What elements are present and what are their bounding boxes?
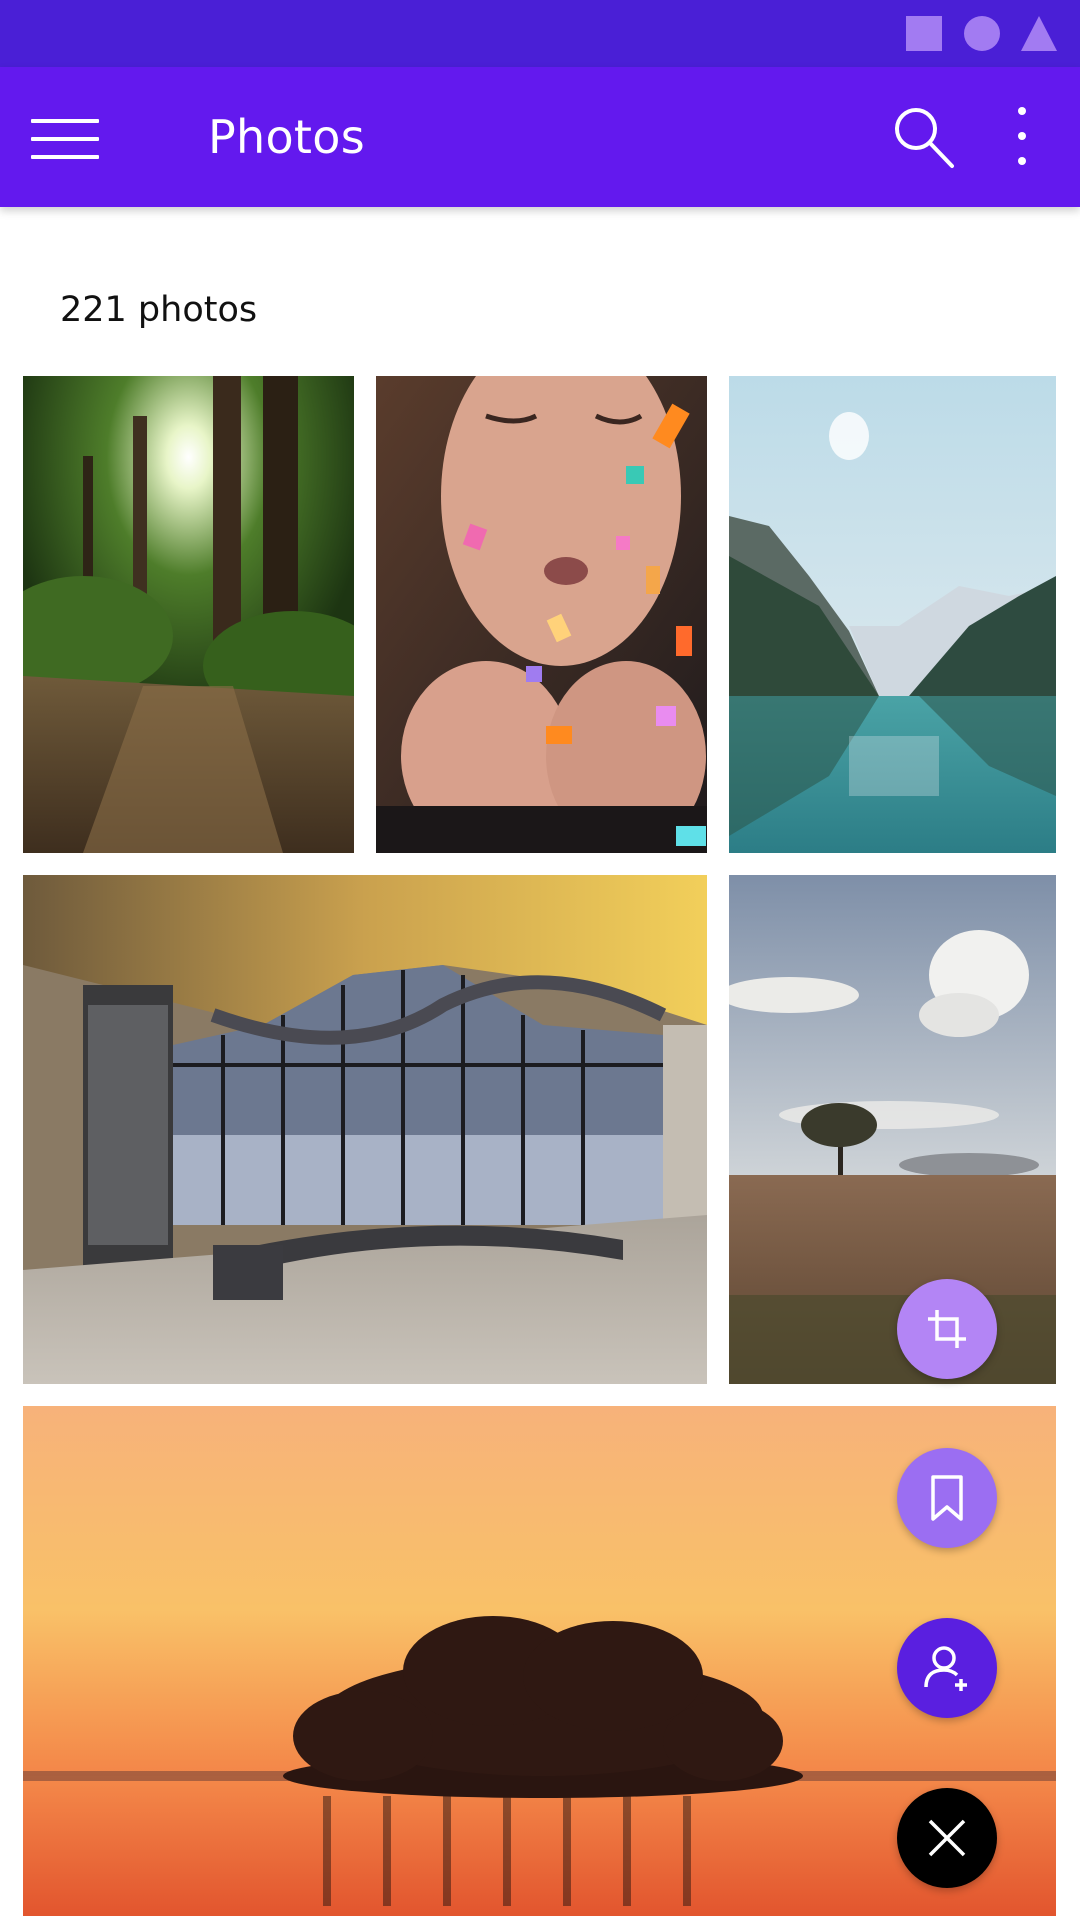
bookmark-button[interactable] xyxy=(897,1448,997,1548)
photo-forest[interactable] xyxy=(23,376,354,853)
photo-confetti[interactable] xyxy=(376,376,707,853)
photo-lone-tree[interactable] xyxy=(729,875,1056,1384)
more-vert-icon[interactable] xyxy=(1000,103,1044,171)
add-person-icon xyxy=(924,1646,967,1691)
photo-glass-pavilion[interactable] xyxy=(23,875,707,1384)
add-person-button[interactable] xyxy=(897,1618,997,1718)
status-bar xyxy=(0,0,1080,67)
bookmark-icon xyxy=(931,1475,963,1521)
search-icon[interactable] xyxy=(890,103,958,171)
crop-button[interactable] xyxy=(897,1279,997,1379)
photo-mountain-lake[interactable] xyxy=(729,376,1056,853)
circle-icon xyxy=(964,16,1000,51)
crop-icon xyxy=(928,1310,966,1348)
triangle-icon xyxy=(1021,16,1057,51)
close-icon xyxy=(928,1819,966,1857)
page-title: Photos xyxy=(208,110,365,164)
app-bar: Photos xyxy=(0,67,1080,207)
close-button[interactable] xyxy=(897,1788,997,1888)
square-icon xyxy=(906,16,942,51)
photo-count: 221 photos xyxy=(60,290,258,330)
menu-icon[interactable] xyxy=(31,119,99,159)
